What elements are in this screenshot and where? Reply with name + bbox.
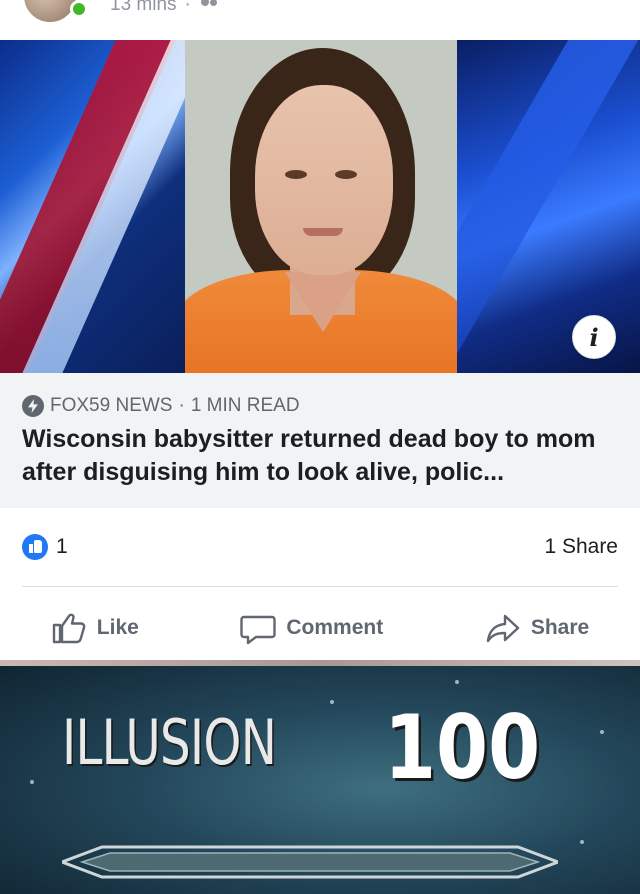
sparkle (330, 700, 334, 704)
instant-article-icon (22, 395, 44, 417)
like-count: 1 (56, 535, 68, 558)
sparkle (455, 680, 459, 684)
photo-face (255, 85, 393, 275)
photo-mouth (303, 228, 343, 236)
post-timestamp[interactable]: 13 mins (110, 0, 177, 16)
meme-image: ILLUSION 100 (0, 660, 640, 894)
sparkle (580, 840, 584, 844)
comment-button[interactable]: Comment (240, 611, 383, 645)
skill-name: ILLUSION (62, 706, 277, 779)
post-meta: 13 mins · (110, 0, 221, 16)
source-separator: · (178, 395, 185, 416)
info-button[interactable]: i (572, 315, 616, 359)
sparkle (600, 730, 604, 734)
source-name: FOX59 NEWS (50, 395, 173, 416)
link-caption[interactable]: FOX59 NEWS · 1 MIN READ Wisconsin babysi… (0, 373, 640, 508)
like-reaction-icon (22, 534, 48, 560)
info-icon: i (589, 322, 599, 352)
meta-separator: · (184, 0, 191, 15)
like-button[interactable]: Like (51, 611, 139, 645)
skill-level: 100 (384, 696, 541, 799)
likes-summary[interactable]: 1 (22, 534, 68, 560)
share-button[interactable]: Share (485, 611, 589, 645)
sparkle (30, 780, 34, 784)
photo-eye (285, 170, 307, 179)
skill-progress-bar (62, 845, 558, 879)
like-label: Like (96, 616, 139, 639)
post-header: 13 mins · (0, 0, 640, 40)
read-time: 1 MIN READ (190, 395, 300, 416)
friends-icon[interactable] (199, 0, 221, 12)
thumbs-up-icon (52, 613, 86, 644)
comment-label: Comment (286, 616, 384, 639)
action-bar: Like Comment Share (0, 600, 640, 656)
source-row: FOX59 NEWS · 1 MIN READ (22, 395, 618, 417)
share-arrow-icon (486, 614, 520, 643)
online-status-dot (70, 0, 88, 18)
photo-eye (335, 170, 357, 179)
comment-icon (240, 615, 277, 645)
mugshot-photo (185, 40, 457, 373)
article-headline[interactable]: Wisconsin babysitter returned dead boy t… (22, 423, 618, 489)
link-preview-image[interactable] (0, 40, 640, 373)
meme-top-border (0, 660, 640, 666)
share-label: Share (530, 616, 590, 639)
divider (22, 586, 618, 587)
reaction-counts-row: 1 1 Share (22, 532, 618, 562)
share-count[interactable]: 1 Share (544, 535, 618, 559)
